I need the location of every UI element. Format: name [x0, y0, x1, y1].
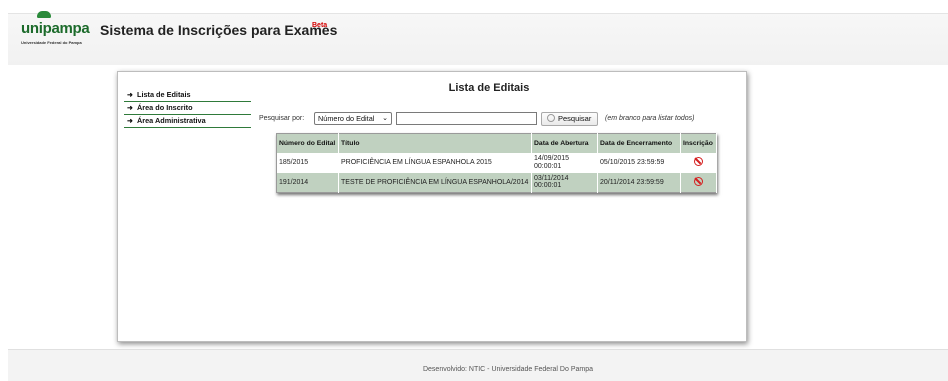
chevron-down-icon: ⌄ [382, 115, 388, 122]
logo-leaf-icon [37, 11, 51, 18]
search-input[interactable] [396, 112, 537, 125]
ban-icon[interactable] [694, 176, 703, 186]
arrow-right-icon: ➜ [127, 118, 133, 125]
menu-item-lista-de-editais[interactable]: ➜ Lista de Editais [124, 89, 251, 102]
header: unipampa Universidade Federal do Pampa S… [8, 11, 948, 65]
content-panel: ➜ Lista de Editais ➜ Área do Inscrito ➜ Áre… [117, 71, 747, 342]
ban-icon[interactable] [694, 156, 703, 166]
menu-item-label: Lista de Editais [137, 90, 191, 99]
search-label: Pesquisar por: [259, 115, 305, 122]
search-row: Pesquisar por: Número do Edital ⌄ Pesqui… [259, 112, 729, 126]
arrow-right-icon: ➜ [127, 105, 133, 112]
page-title: Lista de Editais [448, 82, 530, 94]
cell-numero: 191/2014 [276, 172, 339, 193]
search-button[interactable]: Pesquisar [541, 112, 598, 126]
cell-titulo: PROFICIÊNCIA EM LÍNGUA ESPANHOLA 2015 [338, 152, 532, 173]
cell-titulo: TESTE DE PROFICIÊNCIA EM LÍNGUA ESPANHOL… [338, 172, 532, 193]
arrow-right-icon: ➜ [127, 92, 133, 99]
cell-abertura: 03/11/2014 00:00:01 [531, 172, 598, 193]
logo-subtitle: Universidade Federal do Pampa [21, 40, 82, 45]
cell-inscricao [680, 152, 717, 173]
column-header-inscricao: Inscrição [680, 133, 717, 153]
search-hint: (em branco para listar todos) [605, 115, 695, 122]
side-menu: ➜ Lista de Editais ➜ Área do Inscrito ➜ Áre… [124, 89, 251, 128]
logo-word: unipampa [21, 20, 90, 37]
menu-item-area-administrativa[interactable]: ➜ Área Administrativa [124, 115, 251, 128]
table-header-row: Número do Edital Título Data de Abertura… [276, 133, 717, 153]
table-row: 191/2014 TESTE DE PROFICIÊNCIA EM LÍNGUA… [276, 172, 717, 193]
search-field-select[interactable]: Número do Edital ⌄ [314, 112, 392, 125]
column-header-numero[interactable]: Número do Edital [276, 133, 339, 153]
unipampa-logo[interactable]: unipampa Universidade Federal do Pampa [21, 11, 91, 48]
cell-numero: 185/2015 [276, 152, 339, 173]
cell-inscricao [680, 172, 717, 193]
menu-item-area-do-inscrito[interactable]: ➜ Área do Inscrito [124, 102, 251, 115]
editais-table: Número do Edital Título Data de Abertura… [276, 133, 717, 193]
cell-encerramento: 05/10/2015 23:59:59 [597, 152, 681, 173]
menu-item-label: Área Administrativa [137, 116, 206, 125]
cell-abertura: 14/09/2015 00:00:01 [531, 152, 598, 173]
cell-encerramento: 20/11/2014 23:59:59 [597, 172, 681, 193]
table-row: 185/2015 PROFICIÊNCIA EM LÍNGUA ESPANHOL… [276, 152, 717, 173]
column-header-encerramento[interactable]: Data de Encerramento [597, 133, 681, 153]
column-header-titulo[interactable]: Título [338, 133, 532, 153]
search-icon [547, 114, 555, 122]
menu-item-label: Área do Inscrito [137, 103, 193, 112]
footer: Desenvolvido: NTIC - Universidade Federa… [8, 349, 948, 381]
beta-badge: Beta [312, 22, 328, 29]
column-header-abertura[interactable]: Data de Abertura [531, 133, 598, 153]
page: unipampa Universidade Federal do Pampa S… [0, 0, 948, 381]
search-button-label: Pesquisar [558, 114, 592, 123]
site-title: Sistema de Inscrições para Exames [100, 22, 338, 38]
footer-text: Desenvolvido: NTIC - Universidade Federa… [422, 366, 594, 373]
search-select-value: Número do Edital [318, 114, 375, 123]
